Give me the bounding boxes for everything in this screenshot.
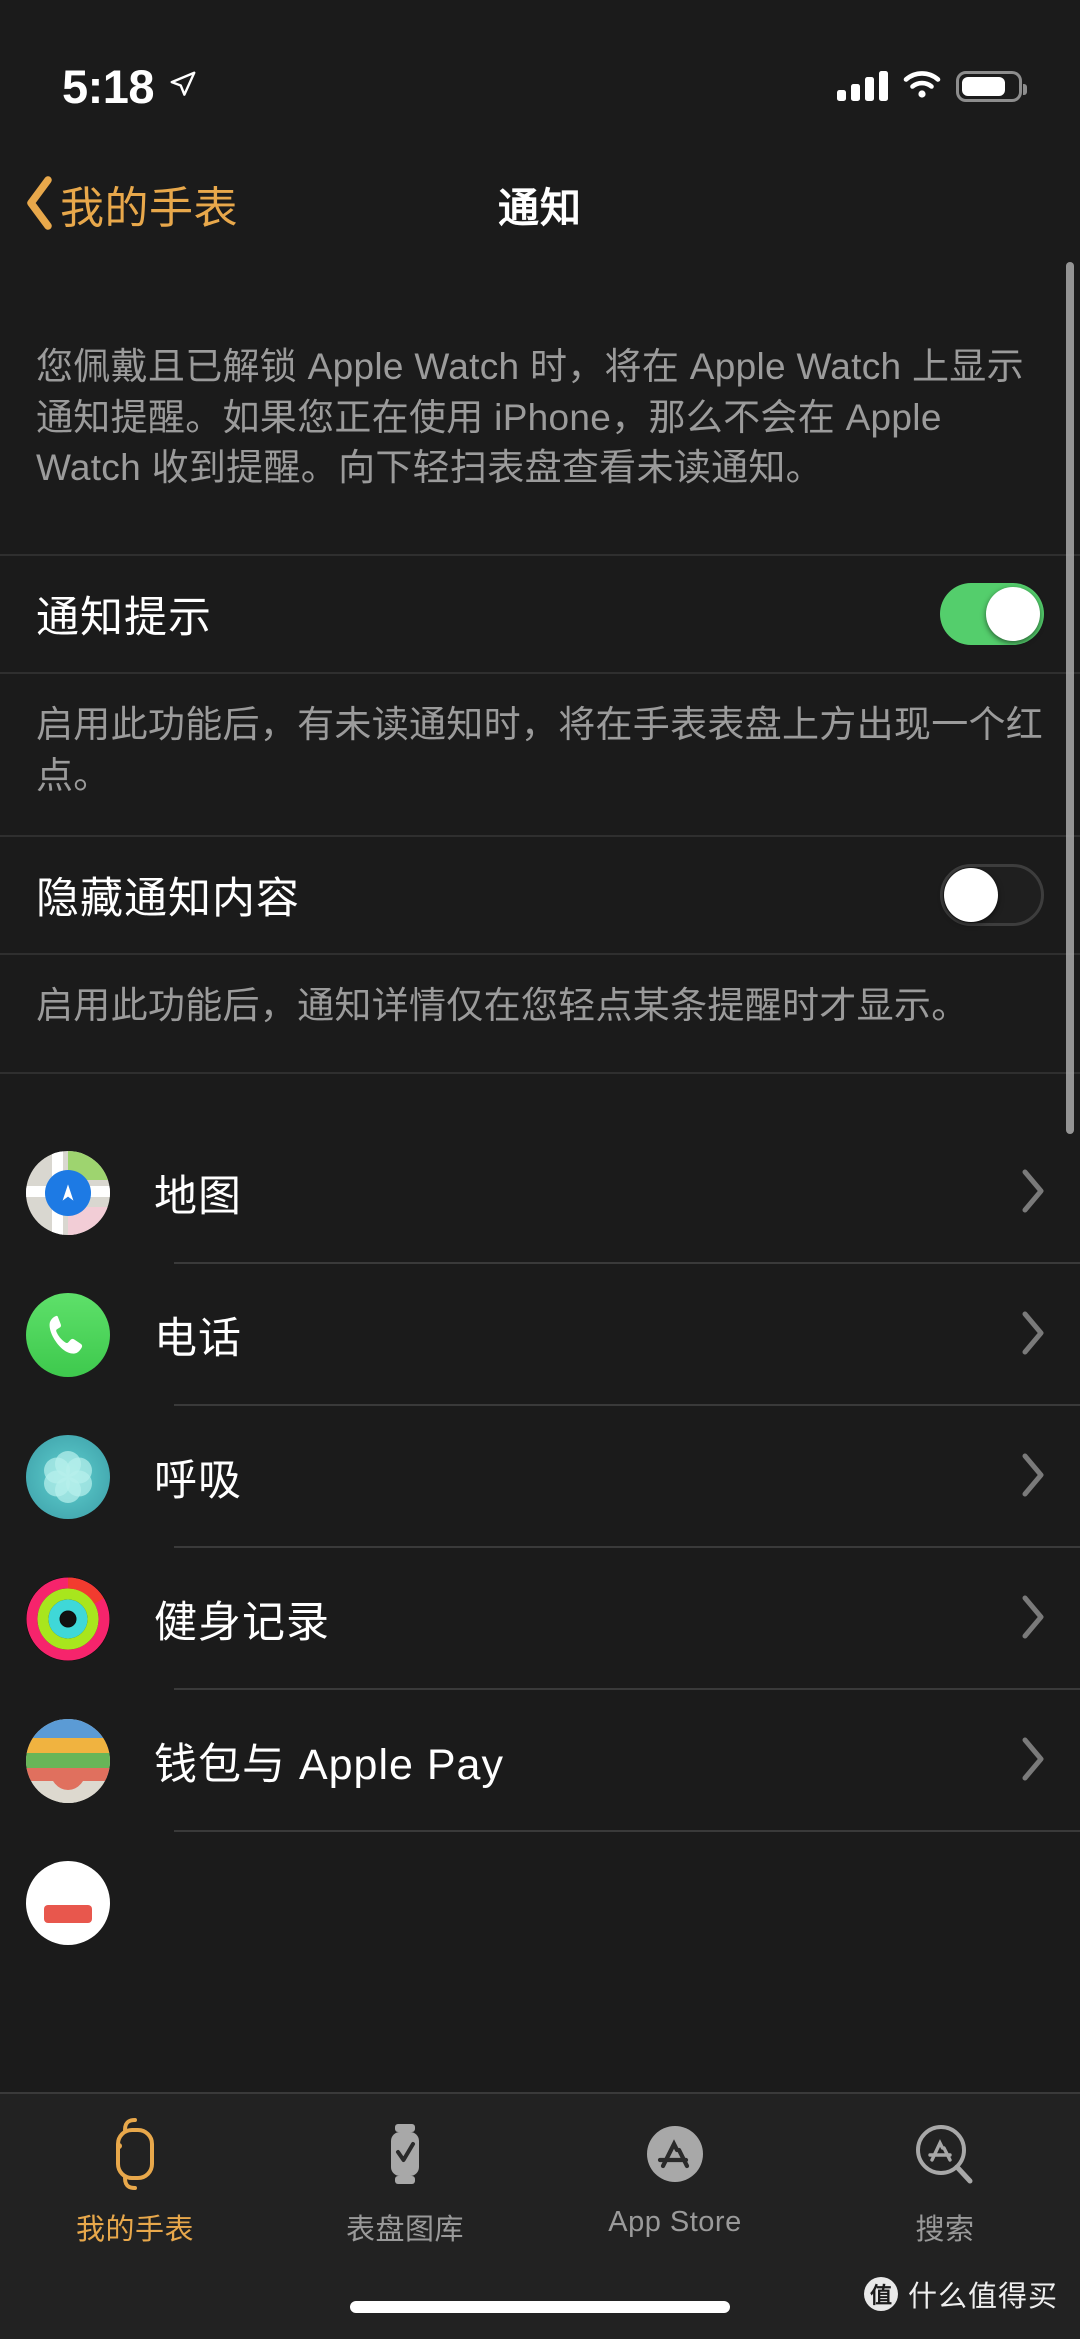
chevron-right-icon: [1020, 1594, 1046, 1645]
chevron-right-icon: [1020, 1168, 1046, 1219]
setting-row-hide-notification-content[interactable]: 隐藏通知内容: [0, 837, 1080, 954]
wifi-icon: [902, 69, 942, 104]
cellular-signal-icon: [837, 71, 888, 101]
app-name: 钱包与 Apple Pay: [154, 1741, 504, 1790]
switch-knob: [944, 868, 998, 923]
maps-app-icon: [26, 1151, 110, 1236]
tab-label: App Store: [608, 2206, 742, 2238]
app-name: 健身记录: [154, 1599, 330, 1648]
tab-label: 搜索: [915, 2214, 975, 2246]
watermark: 值 什么值得买: [863, 2273, 1058, 2315]
list-item[interactable]: 电话: [0, 1264, 1080, 1407]
tab-label: 我的手表: [75, 2214, 194, 2246]
status-bar-right: [837, 69, 1027, 104]
tab-app-store[interactable]: App Store: [540, 2116, 810, 2239]
status-bar-time: 5:18: [62, 59, 155, 113]
tab-my-watch[interactable]: 我的手表: [0, 2116, 270, 2248]
switch-knob: [986, 587, 1040, 642]
app-name: 呼吸: [154, 1457, 242, 1506]
list-item[interactable]: [0, 1832, 1080, 1974]
photos-app-icon: [26, 1861, 110, 1946]
page-title: 通知: [498, 185, 582, 231]
search-app-store-icon: [910, 2116, 980, 2192]
hide-notification-content-switch[interactable]: [940, 864, 1044, 927]
setting-row-notification-indicator[interactable]: 通知提示: [0, 556, 1080, 673]
face-gallery-icon: [375, 2116, 435, 2192]
list-item[interactable]: 地图: [0, 1122, 1080, 1265]
breathe-app-icon: [26, 1435, 110, 1520]
setting-label: 隐藏通知内容: [36, 875, 300, 924]
status-bar-left: 5:18: [62, 63, 198, 110]
wallet-app-icon: [26, 1719, 110, 1804]
section-gap: [0, 1074, 1080, 1123]
setting-note: 启用此功能后，有未读通知时，将在手表表盘上方出现一个红点。: [36, 704, 1044, 796]
app-store-icon: [641, 2116, 709, 2192]
list-item[interactable]: 钱包与 Apple Pay: [0, 1690, 1080, 1833]
settings-scroll-view[interactable]: 您佩戴且已解锁 Apple Watch 时，将在 Apple Watch 上显示…: [0, 258, 1080, 2339]
intro-description: 您佩戴且已解锁 Apple Watch 时，将在 Apple Watch 上显示…: [36, 346, 1024, 489]
watermark-text: 什么值得买: [907, 2281, 1058, 2313]
chevron-right-icon: [1020, 1452, 1046, 1503]
status-bar: 5:18: [0, 0, 1080, 150]
chevron-right-icon: [1020, 1310, 1046, 1361]
watermark-badge: 值: [863, 2277, 898, 2311]
activity-app-icon: [26, 1577, 110, 1662]
phone-app-icon: [26, 1293, 110, 1378]
watch-icon: [105, 2116, 165, 2192]
battery-icon: [956, 70, 1027, 102]
navigation-bar: 我的手表 通知: [0, 150, 1080, 260]
vertical-scrollbar[interactable]: [1066, 262, 1074, 1134]
list-item[interactable]: 呼吸: [0, 1406, 1080, 1549]
location-arrow-icon: [168, 69, 198, 104]
setting-note-wrapper: 启用此功能后，通知详情仅在您轻点某条提醒时才显示。: [0, 955, 1080, 1072]
list-item[interactable]: 健身记录: [0, 1548, 1080, 1691]
setting-note-wrapper: 启用此功能后，有未读通知时，将在手表表盘上方出现一个红点。: [0, 674, 1080, 835]
tab-face-gallery[interactable]: 表盘图库: [270, 2116, 540, 2248]
setting-label: 通知提示: [36, 594, 212, 643]
chevron-right-icon: [1020, 1736, 1046, 1787]
notification-indicator-switch[interactable]: [940, 583, 1044, 646]
iphone-screen: 5:18 我的手表 通知 您佩戴且已解锁 Apple Watch 时，将在 Ap…: [0, 0, 1080, 2339]
setting-note: 启用此功能后，通知详情仅在您轻点某条提醒时才显示。: [36, 985, 969, 1027]
tab-search[interactable]: 搜索: [810, 2116, 1080, 2248]
app-notification-list: 地图 电话 呼吸 健身记录 钱包与 Apple Pay: [0, 1122, 1080, 1975]
app-name: 地图: [154, 1173, 242, 1222]
tab-bar: 我的手表 表盘图库 App Store 搜索 值 什么值得买: [0, 2092, 1080, 2339]
tab-label: 表盘图库: [345, 2214, 464, 2246]
home-indicator[interactable]: [350, 2301, 730, 2313]
app-name: 电话: [154, 1315, 242, 1364]
